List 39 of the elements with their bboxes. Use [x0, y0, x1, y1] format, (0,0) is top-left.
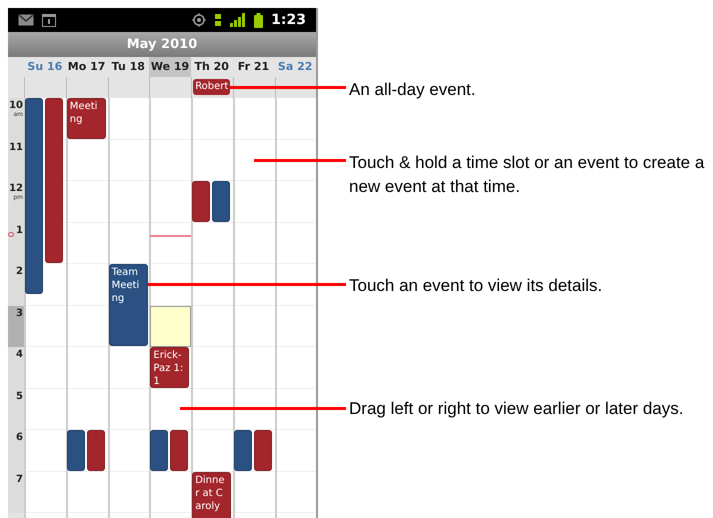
day-header[interactable]: Tu 18 — [107, 57, 150, 77]
event-block[interactable] — [212, 181, 230, 222]
event-block[interactable] — [170, 430, 188, 470]
signal-icon — [230, 13, 246, 27]
calendar-event[interactable]: Meeting — [66, 98, 106, 138]
annotation-text: Drag left or right to view earlier or later days. — [349, 398, 684, 420]
data-icon — [214, 13, 222, 27]
annotation-text: Touch & hold a time slot or an event to create a new event at that time. — [349, 152, 706, 198]
event-block[interactable] — [192, 181, 210, 222]
selected-time-slot[interactable] — [150, 306, 192, 347]
day-header[interactable]: Th 20 — [190, 57, 233, 77]
hour-label: 1 — [8, 222, 24, 264]
day-grid[interactable]: Meeting Team Meeting Erick-Paz 1:1 Dinner at Caroly — [24, 98, 316, 518]
annotation-text: Touch an event to view its details. — [349, 275, 604, 297]
day-header[interactable]: We 19 — [149, 57, 191, 77]
all-day-event[interactable]: Robert — [193, 79, 230, 95]
event-block[interactable] — [86, 430, 105, 470]
calendar-event[interactable]: Dinner at Caroly — [192, 472, 232, 518]
hour-label: 11 — [8, 140, 24, 181]
hour-label: 7 — [8, 472, 24, 513]
mail-icon — [18, 14, 34, 26]
hour-label: 3 — [8, 306, 24, 347]
day-header[interactable]: Fr 21 — [232, 57, 274, 77]
hour-label: 2 — [8, 264, 24, 306]
event-block[interactable] — [150, 430, 168, 470]
battery-icon — [254, 12, 264, 28]
calendar-event[interactable]: Team Meeting — [108, 264, 148, 346]
calendar-event[interactable]: Erick-Paz 1:1 — [150, 347, 190, 388]
event-block[interactable] — [66, 430, 85, 470]
current-time-marker-icon — [8, 232, 14, 236]
hour-label: 4 — [8, 347, 24, 388]
hour-label: 6 — [8, 430, 24, 472]
month-title: May 2010 — [126, 36, 198, 54]
notification-icon — [42, 14, 56, 26]
day-header[interactable]: Mo 17 — [66, 57, 108, 77]
gps-icon — [192, 13, 206, 27]
annotation-text: An all-day event. — [349, 79, 477, 101]
hour-label: 5 — [8, 388, 24, 430]
clock-time: 1:23 — [271, 10, 306, 30]
